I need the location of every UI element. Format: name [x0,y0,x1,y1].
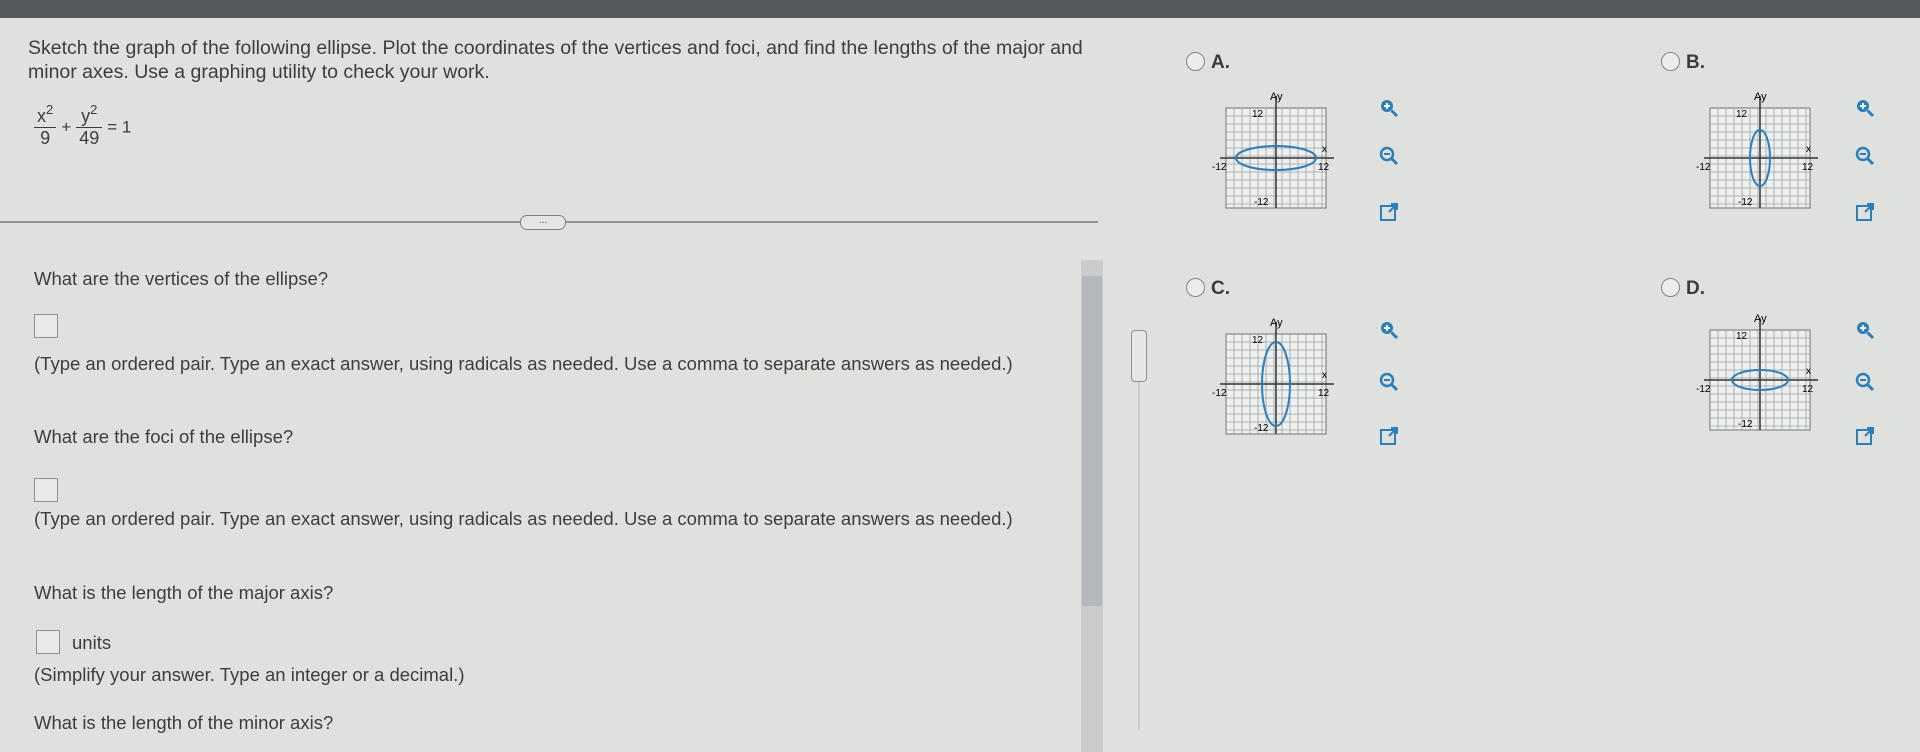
option-b-graph: Ay x 12 -12 -12 12 [1696,91,1818,209]
option-c-tick-bottom: -12 [1254,423,1269,434]
left-scrollbar-thumb[interactable] [1082,276,1102,606]
y-exponent: 2 [90,102,98,117]
option-a-y-label: Ay [1270,91,1283,103]
option-c-tick-top: 12 [1252,335,1264,346]
y-denominator: 49 [79,128,100,148]
equals-one: = 1 [107,117,132,137]
option-b-x-label: x [1806,144,1811,155]
option-a-graph: Ay x 12 -12 -12 12 [1212,91,1334,209]
option-c-x-label: x [1322,370,1327,381]
vertices-instructions: (Type an ordered pair. Type an exact ans… [34,353,1013,374]
option-b-tick-bottom: -12 [1738,197,1753,208]
option-c-radio[interactable] [1186,278,1205,297]
zoom-out-icon[interactable] [1377,370,1401,394]
option-b-radio[interactable] [1661,52,1680,71]
option-c[interactable]: C. [1186,278,1230,300]
plus-sign: + [61,117,72,137]
option-b-y-label: Ay [1754,91,1767,103]
minor-axis-question: What is the length of the minor axis? [34,712,334,733]
ellipse-equation: x2 9 + y2 49 = 1 [34,102,132,149]
x-denominator: 9 [40,128,51,148]
open-external-icon[interactable] [1853,424,1877,448]
option-c-tick-right: 12 [1318,388,1330,399]
vertices-question: What are the vertices of the ellipse? [34,268,329,289]
question-page [0,18,1920,752]
option-c-y-label: Ay [1270,317,1283,329]
option-a-radio[interactable] [1186,52,1205,71]
option-d-y-label: Ay [1754,313,1767,325]
option-a-tick-right: 12 [1318,162,1330,173]
zoom-in-icon[interactable] [1377,96,1401,120]
major-axis-instructions: (Simplify your answer. Type an integer o… [34,664,465,685]
major-axis-question: What is the length of the major axis? [34,582,334,603]
option-b-tick-left: -12 [1696,162,1711,173]
option-c-graph: Ay x 12 -12 -12 12 [1212,317,1334,435]
units-label: units [72,632,112,653]
fraction-x: x2 9 [34,102,57,149]
open-external-icon[interactable] [1377,424,1401,448]
zoom-in-icon[interactable] [1853,318,1877,342]
option-d-radio[interactable] [1661,278,1680,297]
option-b-label: B. [1686,52,1705,73]
option-d-tick-top: 12 [1736,331,1748,342]
browser-top-bar [0,0,1920,18]
x-variable: x [37,106,46,126]
zoom-out-icon[interactable] [1853,370,1877,394]
option-d-tick-right: 12 [1802,384,1814,395]
option-d-tick-bottom: -12 [1738,419,1753,430]
expand-button[interactable]: ... [520,215,566,230]
option-c-label: C. [1211,278,1230,299]
x-exponent: 2 [46,102,54,117]
option-b-tick-top: 12 [1736,109,1748,120]
major-axis-answer-input[interactable] [36,630,60,654]
option-b-tick-right: 12 [1802,162,1814,173]
option-d-label: D. [1686,278,1705,299]
zoom-out-icon[interactable] [1853,144,1877,168]
foci-instructions: (Type an ordered pair. Type an exact ans… [34,508,1013,529]
option-d-tick-left: -12 [1696,384,1711,395]
option-d-x-label: x [1806,366,1811,377]
foci-question: What are the foci of the ellipse? [34,426,294,447]
option-a[interactable]: A. [1186,52,1230,74]
y-variable: y [81,106,91,126]
pane-resize-handle[interactable] [1131,330,1147,382]
foci-answer-input[interactable] [34,478,58,502]
option-a-label: A. [1211,52,1230,73]
open-external-icon[interactable] [1853,200,1877,224]
question-prompt: Sketch the graph of the following ellips… [28,37,1083,83]
zoom-in-icon[interactable] [1377,318,1401,342]
option-a-tick-bottom: -12 [1254,197,1269,208]
fraction-y: y2 49 [76,102,103,149]
pane-splitter [1138,330,1140,730]
zoom-out-icon[interactable] [1377,144,1401,168]
zoom-in-icon[interactable] [1853,96,1877,120]
option-c-tick-left: -12 [1212,388,1227,399]
option-d-graph: Ay x 12 -12 -12 12 [1696,313,1818,431]
option-a-tick-left: -12 [1212,162,1227,173]
option-b[interactable]: B. [1661,52,1705,74]
open-external-icon[interactable] [1377,200,1401,224]
option-d[interactable]: D. [1661,278,1705,300]
vertices-answer-input[interactable] [34,314,58,338]
option-a-tick-top: 12 [1252,109,1264,120]
option-a-x-label: x [1322,144,1327,155]
